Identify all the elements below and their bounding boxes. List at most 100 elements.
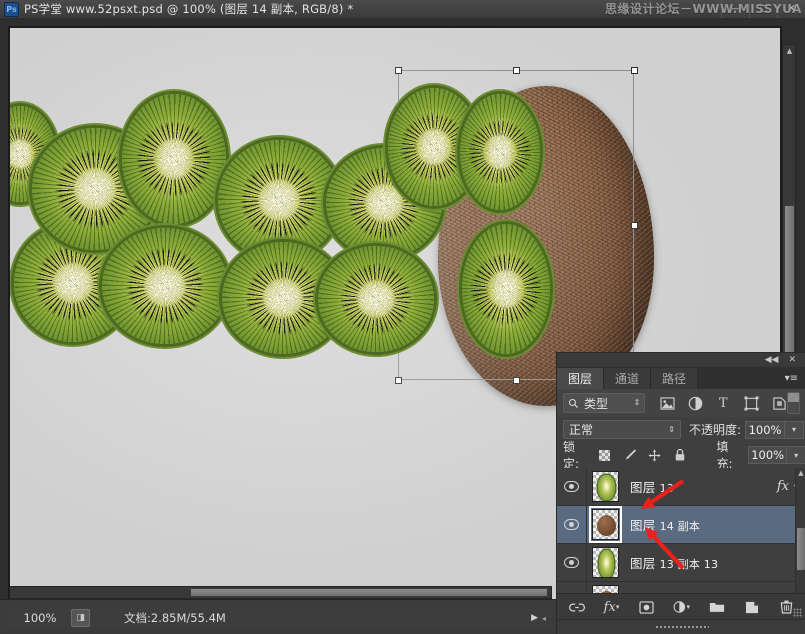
filter-type-dropdown[interactable]: 类型 ⇕ bbox=[563, 393, 646, 413]
fill-dropdown-icon[interactable]: ▾ bbox=[787, 446, 805, 464]
shape-layer-filter-icon[interactable] bbox=[743, 395, 759, 411]
thumbnail-green-kiwi bbox=[597, 475, 615, 500]
lock-position-icon[interactable] bbox=[648, 448, 662, 462]
thumbnail-green-kiwi bbox=[598, 550, 614, 577]
panel-tab-row: 图层 通道 路径 ▾≡ bbox=[557, 367, 805, 389]
layer-row[interactable]: 图层 13fx▾ bbox=[557, 468, 805, 506]
layer-name-number: 14 副本 bbox=[659, 520, 701, 533]
lock-image-pixels-icon[interactable] bbox=[623, 448, 637, 462]
new-adjustment-layer-icon[interactable]: ▾ bbox=[673, 599, 690, 616]
search-icon bbox=[568, 398, 579, 408]
transform-handle[interactable] bbox=[630, 221, 638, 229]
layer-list[interactable]: 图层 13fx▾图层 14 副本图层 13 副本 13图层 14 bbox=[557, 468, 805, 609]
panel-drag-dots[interactable] bbox=[654, 624, 709, 630]
opacity-input[interactable]: 100% bbox=[745, 420, 786, 439]
smart-object-filter-icon[interactable] bbox=[771, 395, 787, 411]
kiwi-slice bbox=[462, 224, 550, 354]
layer-name[interactable]: 图层 14 副本 bbox=[630, 515, 700, 534]
layers-panel: ◀◀ ✕ 图层 通道 路径 ▾≡ 类型 ⇕ T 正常 ⇕ 不透明度: 100% … bbox=[556, 352, 805, 634]
new-layer-icon[interactable] bbox=[743, 599, 760, 616]
layer-name-main: 图层 bbox=[630, 556, 656, 571]
lock-row: 锁定: 填充: 100% ▾ bbox=[557, 440, 805, 471]
transform-handle[interactable] bbox=[394, 376, 402, 384]
layer-list-scroll-up[interactable]: ▲ bbox=[797, 468, 805, 478]
fill-input[interactable]: 100% bbox=[748, 446, 788, 464]
panel-menu-icon[interactable]: ▾≡ bbox=[785, 373, 805, 384]
layer-thumbnail[interactable] bbox=[591, 471, 619, 502]
lock-all-icon[interactable] bbox=[673, 448, 687, 462]
layer-visibility-toggle[interactable] bbox=[557, 506, 587, 543]
adjustment-layer-filter-icon[interactable] bbox=[687, 395, 703, 411]
tab-paths[interactable]: 路径 bbox=[651, 368, 699, 389]
tab-channels[interactable]: 通道 bbox=[604, 368, 652, 389]
minimize-button[interactable]: — bbox=[721, 0, 749, 18]
kiwi-slice bbox=[460, 94, 540, 210]
blend-mode-row: 正常 ⇕ 不透明度: 100% ▾ bbox=[557, 417, 805, 443]
filter-icon-group: T bbox=[659, 395, 787, 411]
horizontal-scroll-thumb[interactable] bbox=[190, 588, 548, 597]
status-more-icon[interactable]: ◂ bbox=[542, 614, 552, 623]
tab-layers[interactable]: 图层 bbox=[557, 368, 605, 389]
filter-type-spinner[interactable]: ⇕ bbox=[634, 399, 641, 407]
layer-name[interactable]: 图层 13 副本 13 bbox=[630, 553, 718, 572]
layer-thumbnail-cell[interactable] bbox=[587, 506, 623, 543]
layer-style-fx-icon[interactable]: fx ▾ bbox=[603, 599, 620, 616]
link-layers-icon[interactable] bbox=[568, 599, 585, 616]
kiwi-slice bbox=[318, 246, 434, 352]
opacity-label: 不透明度: bbox=[689, 423, 742, 437]
blend-mode-dropdown[interactable]: 正常 ⇕ bbox=[563, 420, 681, 439]
layer-thumbnail[interactable] bbox=[591, 547, 619, 578]
layer-thumbnail-cell[interactable] bbox=[587, 471, 623, 502]
layers-panel-toolbar: fx ▾ ▾ bbox=[557, 593, 805, 620]
filter-enable-toggle[interactable] bbox=[787, 392, 800, 414]
blend-mode-value: 正常 bbox=[569, 423, 594, 437]
filter-type-label: 类型 bbox=[584, 396, 609, 411]
transform-handle[interactable] bbox=[512, 66, 520, 74]
add-layer-mask-icon[interactable] bbox=[638, 599, 655, 616]
photoshop-window: Ps PS学堂 www.52psxt.psd @ 100% (图层 14 副本,… bbox=[0, 0, 805, 634]
canvas-horizontal-scrollbar[interactable] bbox=[9, 586, 552, 599]
blend-mode-spinner[interactable]: ⇕ bbox=[668, 425, 675, 434]
pixel-layer-filter-icon[interactable] bbox=[659, 395, 675, 411]
transform-handle[interactable] bbox=[512, 376, 520, 384]
transform-handle[interactable] bbox=[630, 66, 638, 74]
fill-label: 填充: bbox=[716, 440, 733, 471]
lock-label: 锁定: bbox=[563, 440, 580, 471]
layer-name-main: 图层 bbox=[630, 480, 656, 495]
layer-thumbnail-cell[interactable] bbox=[587, 547, 623, 578]
transform-handle[interactable] bbox=[394, 66, 402, 74]
close-panel-icon[interactable]: ✕ bbox=[788, 355, 796, 365]
status-bar-inner: 100% ◨ 文档:2.85M/55.4M ▶ ◂ bbox=[9, 608, 552, 628]
panel-footer bbox=[557, 619, 805, 634]
thumbnail-brown-kiwi bbox=[596, 515, 616, 536]
layer-row[interactable]: 图层 14 副本 bbox=[557, 506, 805, 544]
opacity-dropdown-icon[interactable]: ▾ bbox=[785, 420, 805, 439]
lock-transparent-pixels-icon[interactable] bbox=[598, 448, 612, 462]
document-size-info: 文档:2.85M/55.4M bbox=[124, 611, 226, 625]
layer-visibility-toggle[interactable] bbox=[557, 468, 587, 505]
eye-icon bbox=[564, 481, 579, 492]
fx-icon[interactable]: fx bbox=[777, 479, 789, 494]
status-play-icon[interactable]: ▶ bbox=[531, 613, 542, 623]
layer-row[interactable]: 图层 13 副本 13 bbox=[557, 544, 805, 582]
lock-icon-group bbox=[598, 448, 687, 462]
zoom-level-field[interactable]: 100% bbox=[9, 611, 71, 625]
doc-preview-icon[interactable]: ◨ bbox=[71, 609, 90, 627]
scroll-up-arrow[interactable]: ▲ bbox=[784, 46, 795, 57]
close-button[interactable]: ✕ bbox=[777, 0, 805, 18]
layer-list-scroll-thumb[interactable] bbox=[797, 528, 805, 570]
eye-icon bbox=[564, 519, 579, 530]
new-group-icon[interactable] bbox=[708, 599, 725, 616]
layer-name[interactable]: 图层 13 bbox=[630, 477, 674, 496]
window-controls: — □ ✕ bbox=[721, 0, 805, 18]
collapse-panel-icon[interactable]: ◀◀ bbox=[765, 355, 779, 365]
layer-list-scrollbar[interactable]: ▲ ▼ bbox=[795, 468, 805, 609]
kiwi-slice bbox=[102, 228, 228, 344]
layer-thumbnail[interactable] bbox=[588, 506, 622, 543]
layer-name-main: 图层 bbox=[630, 518, 656, 533]
maximize-button[interactable]: □ bbox=[749, 0, 777, 18]
panel-resize-grip[interactable] bbox=[793, 608, 802, 617]
type-layer-filter-icon[interactable]: T bbox=[715, 395, 731, 411]
layer-visibility-toggle[interactable] bbox=[557, 544, 587, 581]
panel-top-bar: ◀◀ ✕ bbox=[557, 353, 805, 367]
